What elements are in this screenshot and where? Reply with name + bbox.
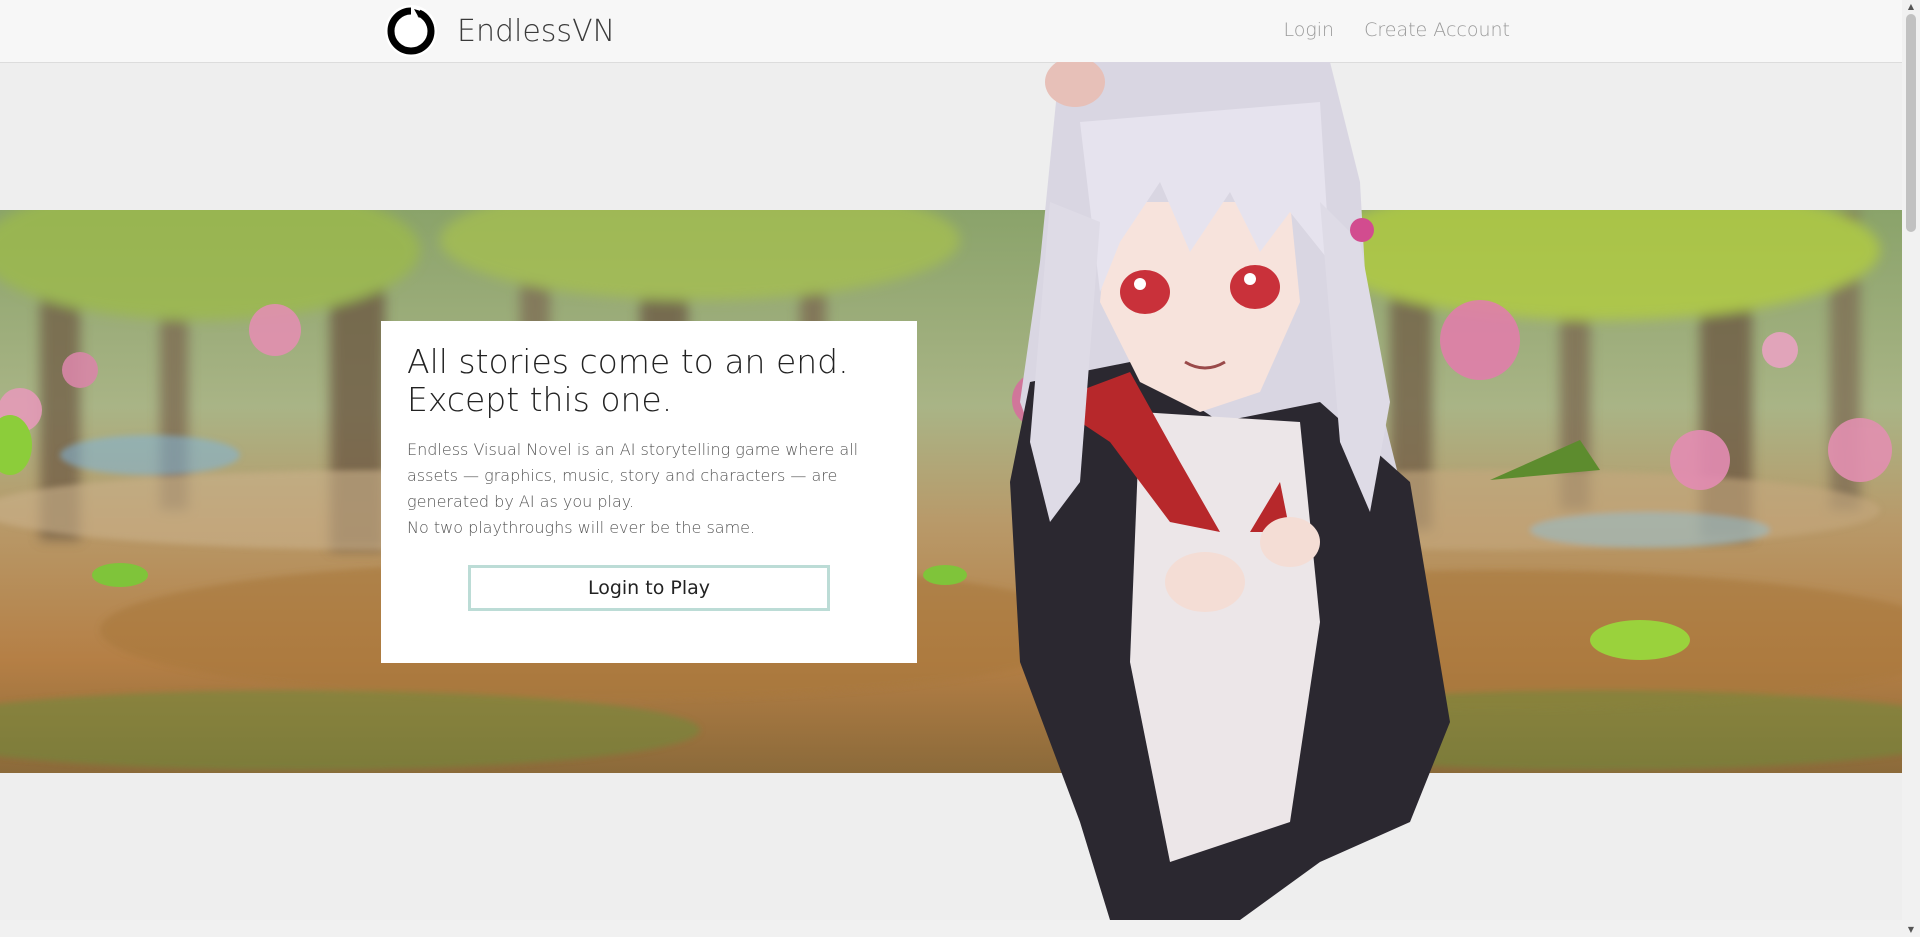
brand[interactable]: EndlessVN <box>385 5 615 57</box>
forest-background-image <box>0 210 1902 773</box>
brand-name[interactable]: EndlessVN <box>457 14 615 49</box>
description-line-1: Endless Visual Novel is an AI storytelli… <box>407 440 859 459</box>
character-illustration <box>990 57 1530 920</box>
hero-card: All stories come to an end. Except this … <box>381 321 917 663</box>
vertical-scrollbar[interactable]: ▲ ▼ <box>1902 0 1920 937</box>
hero-banner <box>0 210 1902 773</box>
nav-links: Login Create Account <box>1284 19 1511 41</box>
headline-line-2: Except this one. <box>407 380 673 419</box>
create-account-link[interactable]: Create Account <box>1364 19 1510 41</box>
headline-line-1: All stories come to an end. <box>407 342 849 381</box>
hero-description: Endless Visual Novel is an AI storytelli… <box>407 437 891 541</box>
ouroboros-icon[interactable] <box>385 5 437 57</box>
login-to-play-button[interactable]: Login to Play <box>468 565 830 611</box>
scroll-thumb[interactable] <box>1906 14 1916 232</box>
bottom-strip <box>0 920 1902 937</box>
description-line-4: No two playthroughs will ever be the sam… <box>407 518 756 537</box>
scroll-down-icon[interactable]: ▼ <box>1902 923 1920 937</box>
scroll-up-icon[interactable]: ▲ <box>1902 0 1920 14</box>
navbar: EndlessVN Login Create Account <box>0 0 1902 63</box>
description-line-2: assets — graphics, music, story and char… <box>407 466 838 485</box>
hero-headline: All stories come to an end. Except this … <box>407 343 891 419</box>
login-link[interactable]: Login <box>1284 19 1335 41</box>
description-line-3: generated by AI as you play. <box>407 492 635 511</box>
